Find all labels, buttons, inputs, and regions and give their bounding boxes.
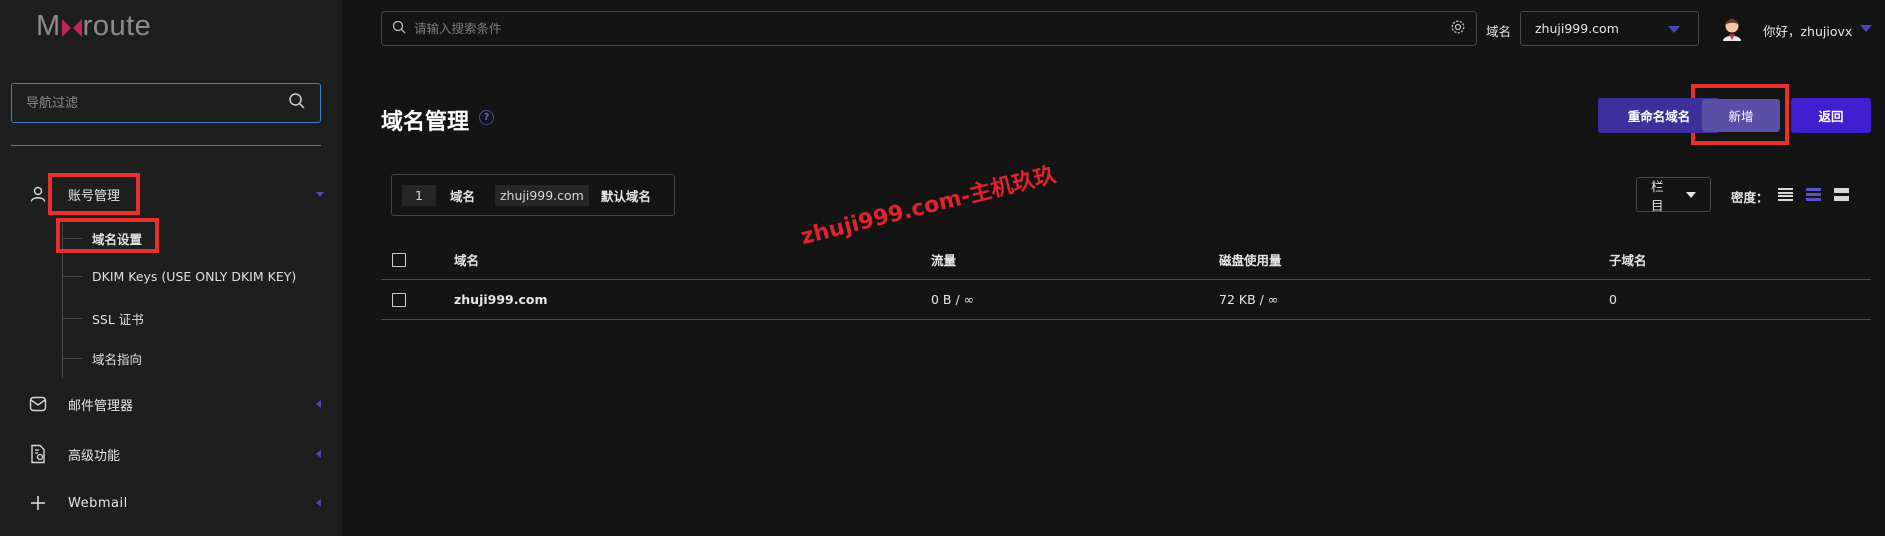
document-settings-icon — [28, 444, 48, 464]
table-row: zhuji999.com 0 B / ∞ 72 KB / ∞ 0 — [381, 280, 1871, 320]
sidebar-item-label: 高级功能 — [68, 448, 121, 464]
avatar[interactable] — [1720, 15, 1744, 41]
sidebar-divider — [11, 145, 321, 146]
columns-label: 栏目 — [1651, 178, 1664, 213]
domains-table: 域名 流量 磁盘使用量 子域名 zhuji999.com 0 B / ∞ 72 … — [381, 240, 1871, 320]
sidebar-subitem-domain-pointers[interactable]: 域名指向 — [62, 349, 142, 368]
sidebar-item-label: 邮件管理器 — [68, 398, 134, 414]
search-icon[interactable] — [288, 92, 306, 114]
user-icon — [28, 184, 48, 204]
chevron-left-icon — [316, 450, 321, 458]
search-icon — [392, 19, 406, 38]
chevron-down-icon — [1668, 26, 1680, 33]
search-input[interactable] — [414, 21, 1450, 36]
domain-label: 域名 — [1486, 24, 1512, 39]
sidebar-subitem-ssl[interactable]: SSL 证书 — [62, 309, 144, 328]
density-label: 密度： — [1731, 190, 1769, 205]
density-compact-icon[interactable] — [1778, 188, 1793, 201]
chevron-down-icon — [316, 192, 324, 197]
logo-mark-icon — [61, 16, 82, 38]
nav-filter — [11, 83, 321, 123]
filter-value: zhuji999.com — [494, 184, 589, 206]
user-greeting[interactable]: 你好，zhujiovx — [1763, 21, 1852, 40]
add-domain-button[interactable]: 新增 — [1702, 99, 1780, 132]
select-all-checkbox[interactable] — [392, 252, 406, 267]
back-button[interactable]: 返回 — [1791, 98, 1871, 133]
global-search — [381, 11, 1477, 46]
domain-select[interactable]: zhuji999.com — [1520, 11, 1699, 46]
column-header-traffic[interactable]: 流量 — [931, 250, 956, 269]
gear-icon[interactable] — [1450, 19, 1466, 39]
sidebar-subitem-label: 域名指向 — [92, 352, 143, 367]
traffic-value: 0 B / ∞ — [931, 292, 975, 307]
sidebar: M route 账号管理 域名设置 DKIM Keys (USE ONLY DK… — [0, 0, 342, 536]
sidebar-subitem-label: SSL 证书 — [92, 312, 144, 327]
row-checkbox[interactable] — [392, 292, 406, 307]
sidebar-item-advanced[interactable]: 高级功能 — [0, 442, 342, 466]
nav-filter-input[interactable] — [26, 95, 288, 111]
active-filter: 1 域名 zhuji999.com 默认域名 — [391, 174, 675, 216]
chevron-left-icon — [316, 499, 321, 507]
sidebar-subitem-label: DKIM Keys (USE ONLY DKIM KEY) — [92, 269, 297, 284]
subdomain-count: 0 — [1609, 292, 1617, 307]
column-header-subdomains[interactable]: 子域名 — [1609, 250, 1647, 269]
filter-count: 1 — [402, 184, 436, 206]
sidebar-item-label: Webmail — [68, 495, 128, 511]
chevron-down-icon — [1686, 191, 1696, 198]
logo-text-end: route — [82, 10, 152, 42]
columns-button[interactable]: 栏目 — [1636, 177, 1711, 213]
density-default-icon[interactable] — [1806, 188, 1821, 201]
domain-link[interactable]: zhuji999.com — [454, 292, 548, 307]
table-header-row: 域名 流量 磁盘使用量 子域名 — [381, 240, 1871, 280]
column-header-domain[interactable]: 域名 — [454, 250, 479, 269]
filter-label: 域名 — [449, 188, 475, 204]
density-comfortable-icon[interactable] — [1834, 188, 1849, 201]
sidebar-item-mail-manager[interactable]: 邮件管理器 — [0, 392, 342, 416]
logo-text-start: M — [36, 10, 61, 42]
plus-icon — [28, 493, 48, 513]
filter-tag: 默认域名 — [600, 188, 651, 204]
column-header-disk-usage[interactable]: 磁盘使用量 — [1219, 250, 1282, 269]
page-title: 域名管理 — [381, 110, 470, 135]
chevron-left-icon — [316, 400, 321, 408]
domain-select-value: zhuji999.com — [1535, 21, 1619, 36]
help-icon[interactable]: ? — [479, 110, 494, 125]
sidebar-subitem-dkim[interactable]: DKIM Keys (USE ONLY DKIM KEY) — [62, 269, 296, 284]
highlight-box — [48, 173, 140, 215]
watermark: zhuji999.com-主机玖玖 — [798, 162, 1059, 251]
disk-usage-value: 72 KB / ∞ — [1219, 292, 1279, 307]
mxroute-logo[interactable]: M route — [36, 10, 151, 43]
highlight-box — [56, 218, 159, 253]
sidebar-item-webmail[interactable]: Webmail — [0, 491, 342, 515]
mail-icon — [28, 394, 48, 414]
chevron-down-icon[interactable] — [1860, 25, 1872, 32]
